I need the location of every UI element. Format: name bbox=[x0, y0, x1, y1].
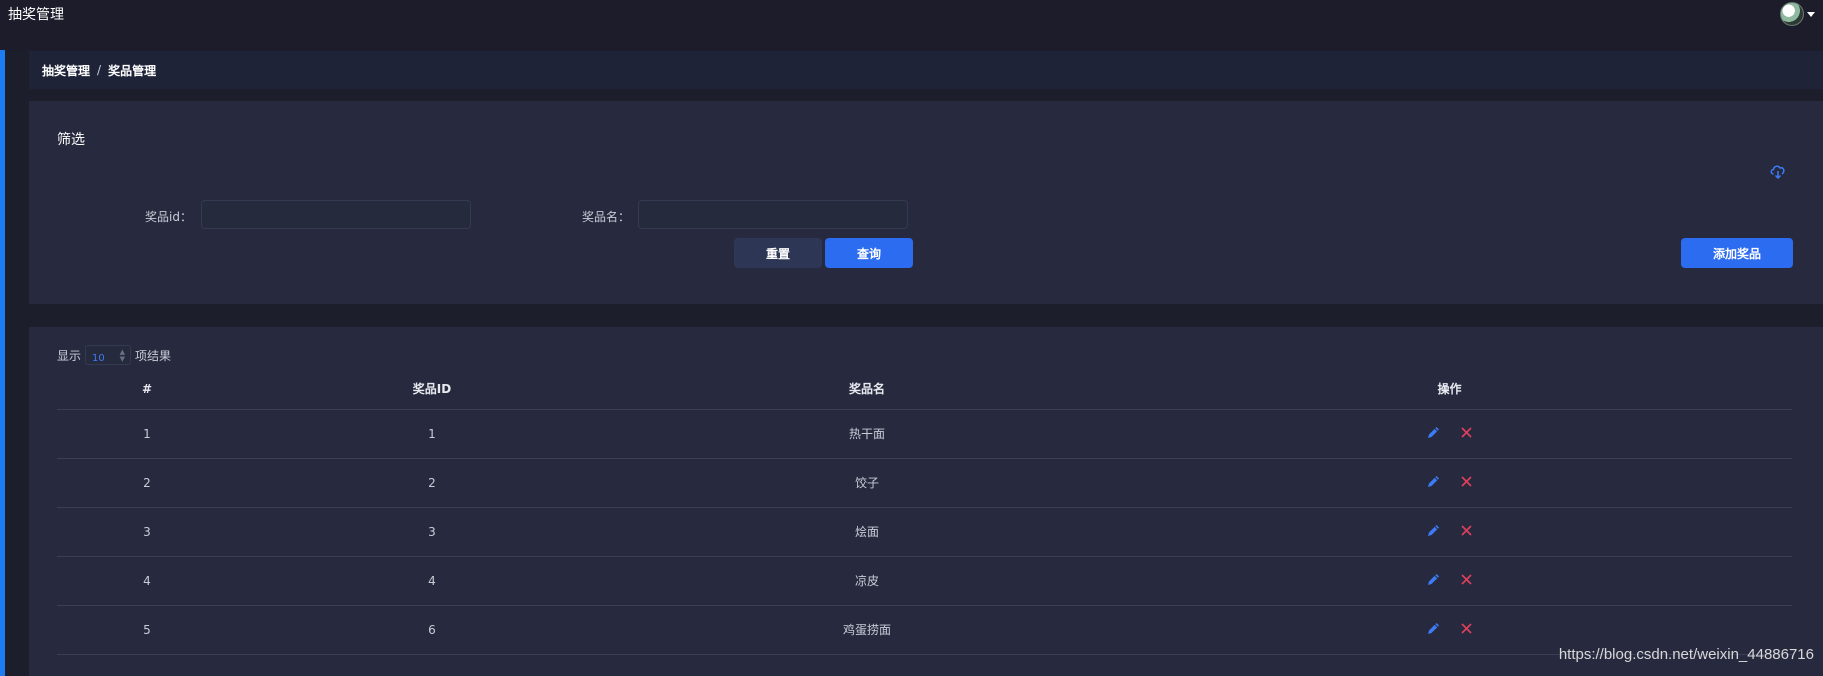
cell-num: 5 bbox=[57, 605, 237, 655]
column-header-num[interactable]: # bbox=[57, 369, 237, 410]
cell-num: 3 bbox=[57, 507, 237, 557]
pencil-icon[interactable] bbox=[1426, 474, 1441, 489]
cell-name: 鸡蛋捞面 bbox=[627, 605, 1107, 655]
breadcrumb-separator: / bbox=[97, 63, 102, 77]
column-header-op: 操作 bbox=[1107, 369, 1792, 410]
app-title: 抽奖管理 bbox=[8, 7, 64, 23]
cell-id: 6 bbox=[237, 605, 627, 655]
cell-num: 4 bbox=[57, 556, 237, 606]
cell-op bbox=[1107, 458, 1792, 508]
cell-id: 1 bbox=[237, 409, 627, 459]
results-label: 项结果 bbox=[135, 348, 172, 363]
table-panel: 显示 10 ▲ ▼ 项结果 # 奖品ID 奖品名 操作 1 1 热干面 2 2 饺子 3 3 烩面… bbox=[29, 327, 1823, 676]
cell-op bbox=[1107, 556, 1792, 606]
row-actions bbox=[1426, 523, 1474, 538]
reset-button[interactable]: 重置 bbox=[734, 238, 822, 268]
page-size-control: 显示 10 ▲ ▼ 项结果 bbox=[57, 345, 171, 365]
row-actions bbox=[1426, 474, 1474, 489]
breadcrumb: 抽奖管理 / 奖品管理 bbox=[29, 51, 1823, 89]
caret-down-icon[interactable] bbox=[1807, 11, 1815, 17]
top-bar: 抽奖管理 bbox=[0, 0, 1823, 50]
add-prize-button[interactable]: 添加奖品 bbox=[1681, 238, 1793, 268]
show-label: 显示 bbox=[57, 348, 82, 363]
prize-table: # 奖品ID 奖品名 操作 1 1 热干面 2 2 饺子 3 3 烩面 4 4 凉皮 5 6 鸡蛋捞面 bbox=[57, 369, 1792, 655]
close-icon[interactable] bbox=[1459, 572, 1474, 587]
prize-name-label: 奖品名： bbox=[582, 210, 631, 224]
avatar[interactable] bbox=[1780, 2, 1804, 26]
user-menu[interactable] bbox=[1780, 2, 1815, 26]
breadcrumb-current: 奖品管理 bbox=[108, 63, 157, 78]
table-row: 2 2 饺子 bbox=[57, 458, 1792, 508]
filter-panel: 筛选 奖品id： 奖品名： 重置 查询 添加奖品 bbox=[29, 101, 1823, 304]
cell-id: 4 bbox=[237, 556, 627, 606]
cell-num: 1 bbox=[57, 409, 237, 459]
row-actions bbox=[1426, 572, 1474, 587]
close-icon[interactable] bbox=[1459, 425, 1474, 440]
row-actions bbox=[1426, 425, 1474, 440]
cell-name: 凉皮 bbox=[627, 556, 1107, 606]
cell-num: 2 bbox=[57, 458, 237, 508]
cell-op bbox=[1107, 507, 1792, 557]
prize-id-label: 奖品id： bbox=[145, 210, 192, 224]
close-icon[interactable] bbox=[1459, 621, 1474, 636]
cell-name: 烩面 bbox=[627, 507, 1107, 557]
cell-id: 2 bbox=[237, 458, 627, 508]
cell-name: 热干面 bbox=[627, 409, 1107, 459]
column-header-name[interactable]: 奖品名 bbox=[627, 369, 1107, 410]
pencil-icon[interactable] bbox=[1426, 621, 1441, 636]
prize-id-input[interactable] bbox=[201, 200, 471, 229]
sidebar-accent bbox=[0, 50, 5, 676]
pencil-icon[interactable] bbox=[1426, 425, 1441, 440]
query-button[interactable]: 查询 bbox=[825, 238, 913, 268]
spinner-icon[interactable]: ▲ ▼ bbox=[120, 349, 125, 363]
cell-name: 饺子 bbox=[627, 458, 1107, 508]
page-size-value: 10 bbox=[92, 353, 105, 364]
cell-op bbox=[1107, 409, 1792, 459]
table-row: 1 1 热干面 bbox=[57, 409, 1792, 459]
column-header-id[interactable]: 奖品ID bbox=[237, 369, 627, 410]
table-row: 3 3 烩面 bbox=[57, 507, 1792, 557]
cloud-download-icon[interactable] bbox=[1769, 163, 1787, 179]
pencil-icon[interactable] bbox=[1426, 572, 1441, 587]
table-row: 4 4 凉皮 bbox=[57, 556, 1792, 606]
row-actions bbox=[1426, 621, 1474, 636]
breadcrumb-parent[interactable]: 抽奖管理 bbox=[42, 62, 90, 79]
page-size-select[interactable]: 10 ▲ ▼ bbox=[85, 345, 132, 365]
table-body: 1 1 热干面 2 2 饺子 3 3 烩面 4 4 凉皮 5 6 鸡蛋捞面 bbox=[57, 409, 1792, 655]
close-icon[interactable] bbox=[1459, 474, 1474, 489]
table-header-row: # 奖品ID 奖品名 操作 bbox=[57, 369, 1792, 410]
pencil-icon[interactable] bbox=[1426, 523, 1441, 538]
prize-name-input[interactable] bbox=[638, 200, 908, 229]
table-row: 5 6 鸡蛋捞面 bbox=[57, 605, 1792, 655]
watermark: https://blog.csdn.net/weixin_44886716 bbox=[1558, 646, 1814, 663]
filter-title: 筛选 bbox=[57, 132, 85, 148]
close-icon[interactable] bbox=[1459, 523, 1474, 538]
cell-id: 3 bbox=[237, 507, 627, 557]
